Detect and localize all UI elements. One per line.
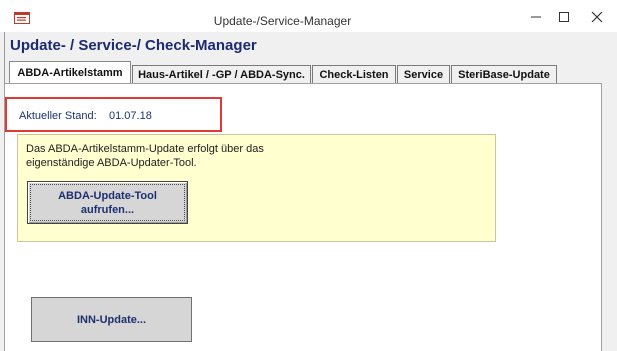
close-icon[interactable] — [582, 7, 612, 27]
tab-label: SteriBase-Update — [458, 69, 550, 81]
tab-label: Service — [403, 69, 444, 81]
tab-abda-artikelstamm[interactable]: ABDA-Artikelstamm — [9, 61, 131, 84]
status-label: Aktueller Stand: — [19, 110, 97, 122]
tab-steribase-update[interactable]: SteriBase-Update — [451, 65, 557, 83]
button-label-line-1: ABDA-Update-Tool — [58, 189, 157, 202]
button-label: INN-Update... — [76, 313, 147, 326]
tab-check-listen[interactable]: Check-Listen — [312, 65, 396, 83]
info-text-line-2: eigenständige ABDA-Updater-Tool. — [26, 157, 197, 169]
tab-label: ABDA-Artikelstamm — [17, 67, 123, 79]
info-text-line-1: Das ABDA-Artikelstamm-Update erfolgt übe… — [26, 143, 264, 155]
abda-update-tool-button[interactable]: ABDA-Update-Tool aufrufen... — [27, 181, 188, 224]
button-label-line-2: aufrufen... — [80, 203, 135, 216]
tab-service[interactable]: Service — [397, 65, 450, 83]
page-heading: Update- / Service-/ Check-Manager — [10, 37, 257, 54]
tab-haus-artikel[interactable]: Haus-Artikel / -GP / ABDA-Sync. — [132, 65, 311, 83]
right-edge — [602, 83, 617, 351]
maximize-icon[interactable] — [549, 7, 579, 27]
tab-label: Check-Listen — [319, 69, 389, 81]
status-value: 01.07.18 — [109, 110, 152, 122]
title-bar: Update-/Service-Manager — [0, 0, 617, 32]
tab-label: Haus-Artikel / -GP / ABDA-Sync. — [138, 69, 305, 81]
window-title: Update-/Service-Manager — [213, 14, 352, 28]
inn-update-button[interactable]: INN-Update... — [31, 297, 192, 342]
minimize-icon[interactable] — [521, 7, 551, 27]
